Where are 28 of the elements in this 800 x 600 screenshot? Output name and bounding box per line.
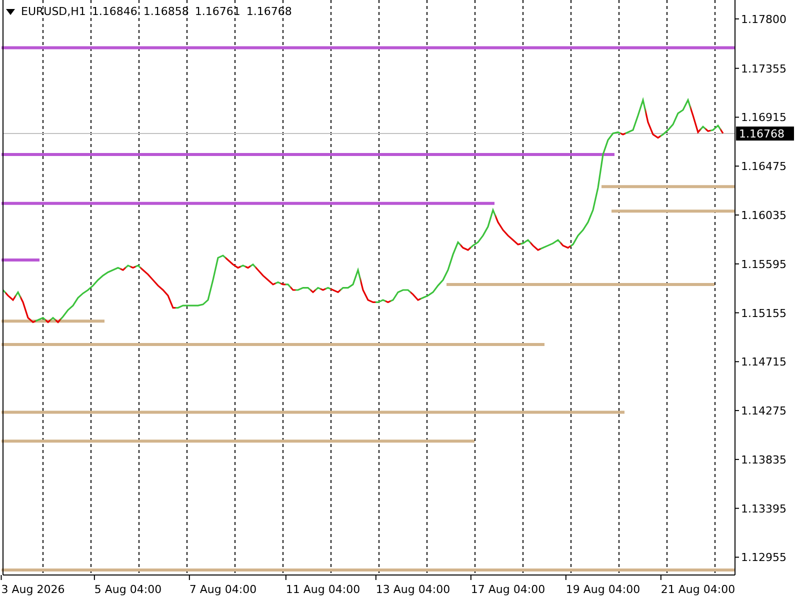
price-axis-label: 1.17355 xyxy=(741,62,786,76)
dropdown-triangle-icon[interactable] xyxy=(6,8,15,14)
symbol-label: EURUSD,H1 xyxy=(21,5,86,18)
price-axis-label: 1.16035 xyxy=(741,209,786,222)
time-axis-label: 3 Aug 2026 xyxy=(1,583,65,596)
time-axis-label: 21 Aug 04:00 xyxy=(660,583,736,596)
price-axis-label: 1.16915 xyxy=(741,111,786,124)
ohlc-value: 1.16761 xyxy=(194,5,240,18)
price-axis-label: 1.17800 xyxy=(741,12,786,26)
price-axis-label: 1.13395 xyxy=(741,502,786,516)
price-axis-label: 1.14715 xyxy=(741,356,786,369)
price-axis-label: 1.14275 xyxy=(741,404,786,418)
time-axis-label: 17 Aug 04:00 xyxy=(470,583,546,596)
price-axis-label: 1.16475 xyxy=(741,160,786,174)
time-axis-label: 13 Aug 04:00 xyxy=(376,583,450,596)
current-price-tag: 1.16768 xyxy=(736,126,794,141)
time-axis-label: 5 Aug 04:00 xyxy=(94,583,162,596)
price-axis-label: 1.15155 xyxy=(741,306,786,320)
ref-line-label: 1.16768 xyxy=(739,128,784,141)
price-axis-label: 1.13835 xyxy=(741,453,786,466)
price-axis-label: 1.12955 xyxy=(741,551,786,564)
ohlc-value: 1.16768 xyxy=(246,5,292,18)
ohlc-value: 1.16858 xyxy=(143,5,189,18)
time-axis-label: 7 Aug 04:00 xyxy=(189,583,257,596)
time-axis-label: 19 Aug 04:00 xyxy=(566,583,640,596)
price-axis-label: 1.15595 xyxy=(741,258,786,271)
time-axis-label: 11 Aug 04:00 xyxy=(286,583,360,596)
ohlc-value: 1.16846 xyxy=(92,5,138,18)
